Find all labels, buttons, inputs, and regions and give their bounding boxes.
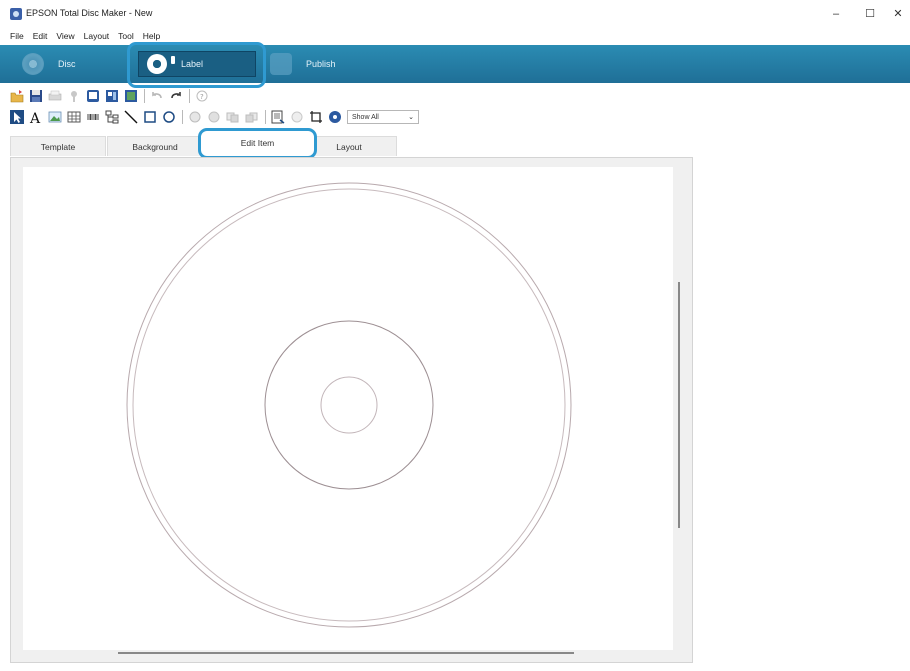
line-tool-icon[interactable] [124, 110, 138, 124]
toolbar-separator [265, 110, 266, 124]
select-arrow-icon[interactable] [10, 110, 24, 124]
tab-edit-item-label: Edit Item [240, 138, 275, 148]
tab-layout-label: Layout [336, 142, 362, 152]
image-tool-icon[interactable] [48, 110, 62, 124]
side-panel [693, 157, 910, 663]
menu-tool[interactable]: Tool [118, 28, 134, 44]
svg-text:?: ? [200, 93, 204, 101]
svg-text:A: A [29, 111, 41, 124]
main-toolbar: ? [10, 87, 214, 105]
disc-icon [22, 53, 44, 75]
text-tool-icon[interactable]: A [29, 110, 43, 127]
maximize-button[interactable]: ☐ [858, 6, 882, 22]
copy-layout-icon[interactable] [86, 89, 100, 103]
disc-view-icon[interactable] [328, 110, 342, 124]
disc-print-area-edge [132, 188, 566, 622]
menu-edit[interactable]: Edit [33, 28, 48, 44]
barcode-tool-icon[interactable] [86, 110, 100, 124]
image-edit-icon[interactable] [124, 89, 138, 103]
tab-template-label: Template [40, 142, 76, 152]
disc-outline [126, 182, 572, 628]
vertical-scrollbar[interactable] [678, 282, 680, 528]
show-all-select-value: Show All [352, 113, 379, 121]
save-icon[interactable] [29, 89, 43, 103]
arrange-back-icon[interactable] [207, 110, 221, 124]
tree-tool-icon[interactable] [105, 110, 119, 124]
edit-toolbar: A Show All ⌄ [10, 108, 419, 127]
toolbar-separator [182, 110, 183, 124]
help-icon[interactable]: ? [195, 89, 209, 103]
rectangle-tool-icon[interactable] [143, 110, 157, 124]
menu-file[interactable]: File [10, 28, 24, 44]
mode-publish-label: Publish [306, 59, 336, 69]
show-all-select[interactable]: Show All ⌄ [347, 110, 419, 124]
disc-outer-edge [126, 182, 572, 628]
crop-icon[interactable] [309, 110, 323, 124]
disabled-tool-icon[interactable] [290, 110, 304, 124]
label-canvas[interactable] [23, 167, 673, 650]
label-highlight-callout [127, 42, 266, 88]
ellipse-tool-icon[interactable] [162, 110, 176, 124]
window-title: EPSON Total Disc Maker - New [26, 8, 153, 18]
mode-disc-label: Disc [58, 59, 76, 69]
grid-tool-icon[interactable] [67, 110, 81, 124]
properties-icon[interactable] [271, 110, 285, 124]
open-icon[interactable] [10, 89, 24, 103]
disc-inner-ring [264, 320, 434, 490]
toolbar-separator [189, 89, 190, 103]
edit-item-highlight-callout[interactable]: Edit Item [198, 128, 317, 159]
layout-template-icon[interactable] [105, 89, 119, 103]
arrange-front-icon[interactable] [188, 110, 202, 124]
disc-center-hole [320, 376, 378, 434]
undo-icon[interactable] [150, 89, 164, 103]
tab-template[interactable]: Template [10, 136, 106, 156]
close-button[interactable]: ✕ [886, 6, 910, 22]
tab-background[interactable]: Background [107, 136, 203, 156]
menu-view[interactable]: View [56, 28, 74, 44]
publish-icon [270, 53, 292, 75]
app-icon [10, 8, 22, 20]
bring-forward-icon[interactable] [226, 110, 240, 124]
horizontal-scrollbar[interactable] [118, 652, 574, 654]
mode-disc-button[interactable]: Disc [22, 51, 76, 77]
tab-background-label: Background [132, 142, 178, 152]
send-backward-icon[interactable] [245, 110, 259, 124]
chevron-down-icon: ⌄ [408, 114, 414, 121]
redo-icon[interactable] [169, 89, 183, 103]
help-pointer-icon[interactable] [67, 89, 81, 103]
title-bar: EPSON Total Disc Maker - New – ☐ ✕ [0, 0, 910, 28]
menu-layout[interactable]: Layout [84, 28, 110, 44]
minimize-button[interactable]: – [824, 6, 848, 22]
print-icon[interactable] [48, 89, 62, 103]
toolbar-separator [144, 89, 145, 103]
mode-publish-button[interactable]: Publish [270, 51, 336, 77]
